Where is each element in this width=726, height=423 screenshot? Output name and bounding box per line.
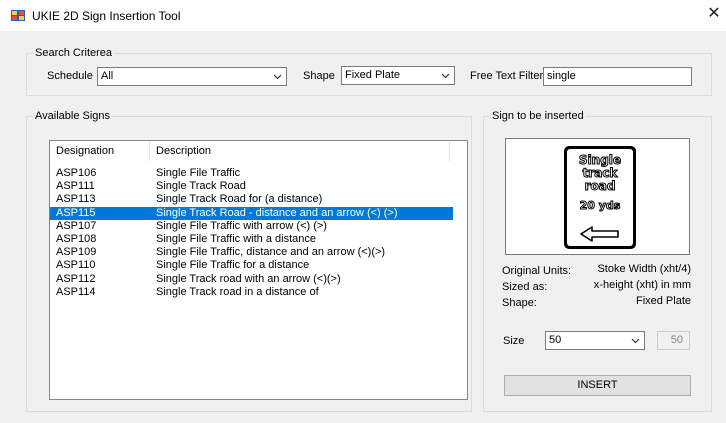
description-cell: Single Track road in a distance of <box>156 285 319 298</box>
description-cell: Single File Traffic with a distance <box>156 233 316 245</box>
table-row[interactable]: ASP112 Single Track road with an arrow (<… <box>50 273 453 286</box>
table-row[interactable]: ASP111 Single Track Road <box>50 180 453 193</box>
designation-cell: ASP108 <box>56 233 97 245</box>
close-icon: ✕ <box>707 5 721 22</box>
table-row[interactable]: ASP109 Single File Traffic, distance and … <box>50 246 453 259</box>
table-row[interactable]: ASP108 Single File Traffic with a distanc… <box>50 233 453 246</box>
column-header-description[interactable]: Description <box>150 141 450 161</box>
chevron-down-icon <box>441 73 450 79</box>
table-row[interactable]: ASP110 Single File Traffic for a distance <box>50 259 453 272</box>
schedule-dropdown[interactable]: All <box>97 67 287 86</box>
signs-list[interactable]: Designation Description ASP106 Single Fil… <box>49 140 468 400</box>
sign-line: 20 yds <box>579 199 621 213</box>
description-cell: Single File Traffic, distance and an arr… <box>156 246 386 259</box>
available-signs-title: Available Signs <box>33 110 113 123</box>
shape-info-label: Shape: <box>502 297 537 309</box>
table-row[interactable]: ASP107 Single File Traffic with arrow (<)… <box>50 220 453 233</box>
designation-cell: ASP113 <box>56 193 96 206</box>
app-icon <box>11 10 25 21</box>
close-button[interactable]: ✕ <box>704 4 724 24</box>
arrow-left-icon <box>580 226 619 242</box>
chevron-down-icon <box>273 74 282 80</box>
sign-line: road <box>584 179 616 193</box>
sign-to-insert-title: Sign to be inserted <box>490 110 586 123</box>
description-cell: Single Track Road - distance and an arro… <box>156 206 398 219</box>
sized-as-value: x-height (xht) in mm <box>593 279 691 291</box>
sign-image: Single track road 20 yds <box>564 146 636 249</box>
sign-preview: Single track road 20 yds <box>505 138 690 255</box>
schedule-label: Schedule <box>47 70 93 82</box>
size-value: 50 <box>549 334 562 346</box>
description-cell: Single File Traffic for a distance <box>156 259 310 272</box>
free-text-filter-input[interactable]: single <box>543 67 692 86</box>
free-text-filter-label: Free Text Filter <box>470 70 544 82</box>
shape-info-value: Fixed Plate <box>635 295 691 307</box>
designation-cell: ASP115 <box>56 206 96 219</box>
designation-cell: ASP114 <box>56 285 96 298</box>
description-cell: Single File Traffic <box>156 167 241 179</box>
description-cell: Single Track Road <box>156 180 246 193</box>
designation-cell: ASP112 <box>56 272 96 285</box>
shape-value: Fixed Plate <box>345 69 401 81</box>
shape-label: Shape <box>303 70 335 82</box>
sized-as-label: Sized as: <box>502 281 548 293</box>
size-readout: 50 <box>657 331 690 350</box>
designation-cell: ASP109 <box>56 246 97 259</box>
designation-cell: ASP110 <box>56 259 96 272</box>
designation-cell: ASP107 <box>56 219 97 232</box>
designation-cell: ASP106 <box>56 167 97 179</box>
description-cell: Single Track Road for (a distance) <box>156 193 323 206</box>
schedule-value: All <box>101 70 114 82</box>
free-text-filter-value: single <box>547 70 576 82</box>
window-title: UKIE 2D Sign Insertion Tool <box>32 9 181 23</box>
column-header-designation[interactable]: Designation <box>50 141 150 161</box>
original-units-value: Stoke Width (xht/4) <box>597 263 691 275</box>
table-row[interactable]: ASP114 Single Track road in a distance of <box>50 286 453 299</box>
description-cell: Single Track road with an arrow (<)(>) <box>156 272 341 285</box>
insert-button[interactable]: INSERT <box>504 375 691 396</box>
designation-cell: ASP111 <box>56 180 95 193</box>
size-label: Size <box>503 335 525 347</box>
search-criteria-title: Search Criterea <box>33 47 115 60</box>
chevron-down-icon <box>631 338 640 344</box>
title-bar: UKIE 2D Sign Insertion Tool ✕ <box>0 0 726 31</box>
table-row[interactable]: ASP115 Single Track Road - distance and a… <box>50 206 453 220</box>
shape-dropdown[interactable]: Fixed Plate <box>341 66 455 85</box>
size-dropdown[interactable]: 50 <box>545 331 645 350</box>
list-header: Designation Description <box>50 141 467 161</box>
table-row[interactable]: ASP113 Single Track Road for (a distance) <box>50 193 453 206</box>
table-row[interactable]: ASP106 Single File Traffic <box>50 167 453 180</box>
description-cell: Single File Traffic with arrow (<) (>) <box>156 219 327 232</box>
original-units-label: Original Units: <box>502 265 572 277</box>
